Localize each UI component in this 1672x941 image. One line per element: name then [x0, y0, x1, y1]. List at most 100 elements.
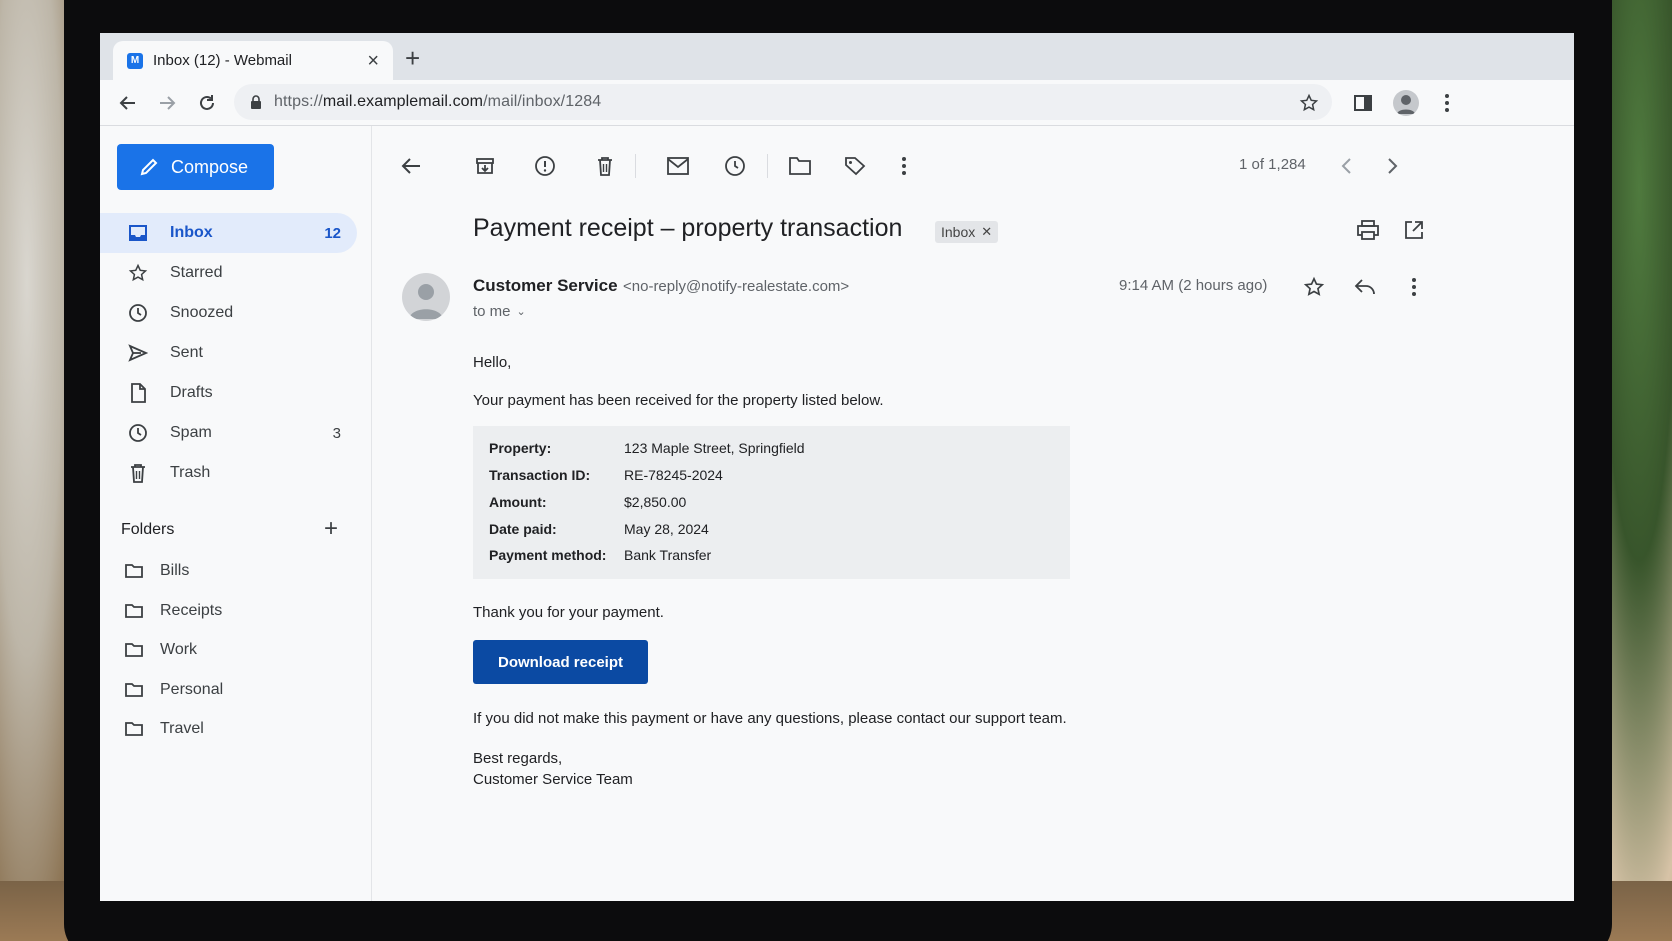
- profile-avatar[interactable]: [1391, 88, 1421, 118]
- sidebar-item-drafts[interactable]: Drafts: [100, 373, 357, 413]
- star-message-icon[interactable]: [1299, 272, 1329, 302]
- detail-key: Amount:: [489, 494, 547, 510]
- sidebar-item-trash[interactable]: Trash: [100, 453, 357, 493]
- sidebar-item-inbox[interactable]: Inbox 12: [100, 213, 357, 253]
- sidebar-item-snoozed[interactable]: Snoozed: [100, 293, 357, 333]
- message-view: 1 of 1,284 Payment receipt – property tr…: [373, 126, 1574, 901]
- inbox-label-chip: Inbox ✕: [935, 221, 999, 243]
- sidebar-item-spam[interactable]: Spam 3: [100, 413, 357, 453]
- lock-icon: [250, 95, 262, 109]
- signature-text: Customer Service Team: [473, 771, 633, 788]
- draft-icon: [128, 383, 148, 403]
- detail-key: Transaction ID:: [489, 467, 591, 483]
- browser-tab[interactable]: M Inbox (12) - Webmail ×: [113, 41, 393, 80]
- forward-icon[interactable]: [152, 88, 182, 118]
- remove-label-icon[interactable]: ✕: [981, 224, 992, 240]
- folder-label: Receipts: [160, 602, 223, 619]
- folder-icon: [125, 680, 145, 700]
- open-new-window-icon[interactable]: [1399, 215, 1429, 245]
- clock-icon: [128, 423, 148, 443]
- snooze-icon[interactable]: [720, 151, 750, 181]
- intro-text: Your payment has been received for the p…: [473, 392, 884, 409]
- add-folder-icon[interactable]: +: [324, 517, 338, 541]
- next-message-icon[interactable]: [1378, 151, 1408, 181]
- print-icon[interactable]: [1353, 215, 1383, 245]
- send-icon: [128, 343, 148, 363]
- sidebar-item-starred[interactable]: Starred: [100, 253, 357, 293]
- greeting-text: Hello,: [473, 354, 512, 371]
- recipient-details[interactable]: to me ⌄: [473, 303, 526, 320]
- tab-title: Inbox (12) - Webmail: [153, 52, 292, 69]
- new-tab-icon[interactable]: +: [405, 45, 420, 71]
- previous-message-icon[interactable]: [1331, 151, 1361, 181]
- recipient-text: to me: [473, 303, 511, 320]
- detail-value: 123 Maple Street, Springfield: [624, 440, 805, 456]
- clock-icon: [128, 303, 148, 323]
- star-icon: [128, 263, 148, 283]
- support-notice-text: If you did not make this payment or have…: [473, 710, 1067, 727]
- sidebar-item-label: Spam: [170, 424, 212, 441]
- inbox-icon: [128, 223, 148, 243]
- signoff-text: Best regards,: [473, 750, 563, 767]
- sidebar-item-label: Inbox: [170, 224, 213, 241]
- folder-icon: [125, 561, 145, 581]
- compose-label: Compose: [171, 156, 249, 177]
- compose-button[interactable]: Compose: [117, 144, 274, 190]
- back-to-inbox-icon[interactable]: [396, 151, 426, 181]
- toolbar-divider: [635, 154, 636, 178]
- unread-count: 12: [324, 224, 341, 242]
- mark-unread-icon[interactable]: [663, 151, 693, 181]
- folder-label: Personal: [160, 681, 224, 698]
- folder-bills[interactable]: Bills: [100, 552, 357, 590]
- back-icon[interactable]: [113, 88, 143, 118]
- sidebar-item-label: Starred: [170, 264, 223, 281]
- url-text: https://mail.examplemail.com/mail/inbox/…: [274, 93, 602, 110]
- detail-value: Bank Transfer: [624, 547, 712, 563]
- mail-sidebar: Compose Inbox 12 Starred Snoozed Sent Dr…: [100, 126, 372, 901]
- folder-work[interactable]: Work: [100, 631, 357, 669]
- tab-strip: M Inbox (12) - Webmail × +: [100, 33, 1574, 80]
- sidebar-item-sent[interactable]: Sent: [100, 333, 357, 373]
- folder-icon: [125, 601, 145, 621]
- delete-icon[interactable]: [590, 151, 620, 181]
- sender-avatar: [402, 273, 450, 321]
- bookmark-star-icon[interactable]: [1294, 88, 1324, 118]
- reload-icon[interactable]: [192, 88, 222, 118]
- folder-label: Travel: [160, 720, 204, 737]
- detail-key: Date paid:: [489, 521, 557, 537]
- download-receipt-button[interactable]: Download receipt: [473, 640, 648, 684]
- reply-icon[interactable]: [1350, 272, 1380, 302]
- mail-favicon-icon: M: [127, 52, 143, 69]
- folders-heading: Folders: [121, 521, 175, 538]
- address-bar[interactable]: https://mail.examplemail.com/mail/inbox/…: [234, 84, 1332, 120]
- sidebar-item-label: Snoozed: [170, 304, 234, 321]
- spam-count: 3: [332, 424, 341, 442]
- archive-icon[interactable]: [470, 151, 500, 181]
- folder-icon: [125, 719, 145, 739]
- message-timestamp: 9:14 AM (2 hours ago): [1119, 277, 1268, 294]
- side-panel-icon[interactable]: [1348, 88, 1378, 118]
- move-to-folder-icon[interactable]: [785, 151, 815, 181]
- detail-value: $2,850.00: [624, 494, 687, 510]
- report-spam-icon[interactable]: [530, 151, 560, 181]
- folder-label: Work: [160, 641, 198, 658]
- folder-travel[interactable]: Travel: [100, 710, 357, 748]
- browser-window: M Inbox (12) - Webmail × + https://mail.…: [100, 33, 1574, 901]
- label-icon[interactable]: [840, 151, 870, 181]
- toolbar-divider: [767, 154, 768, 178]
- message-more-icon[interactable]: [1399, 272, 1429, 302]
- detail-key: Payment method:: [489, 547, 607, 563]
- thanks-text: Thank you for your payment.: [473, 604, 664, 621]
- sender-name[interactable]: Customer Service: [473, 276, 618, 296]
- folder-personal[interactable]: Personal: [100, 671, 357, 709]
- close-tab-icon[interactable]: ×: [367, 51, 379, 71]
- browser-menu-icon[interactable]: [1432, 88, 1462, 118]
- detail-value: RE-78245-2024: [624, 467, 723, 483]
- pencil-icon: [140, 158, 158, 176]
- more-actions-icon[interactable]: [889, 151, 919, 181]
- label-text: Inbox: [941, 224, 976, 240]
- transaction-details-box: Property: 123 Maple Street, Springfield …: [473, 426, 1070, 579]
- folder-label: Bills: [160, 562, 190, 579]
- trash-icon: [128, 463, 148, 483]
- folder-receipts[interactable]: Receipts: [100, 592, 357, 630]
